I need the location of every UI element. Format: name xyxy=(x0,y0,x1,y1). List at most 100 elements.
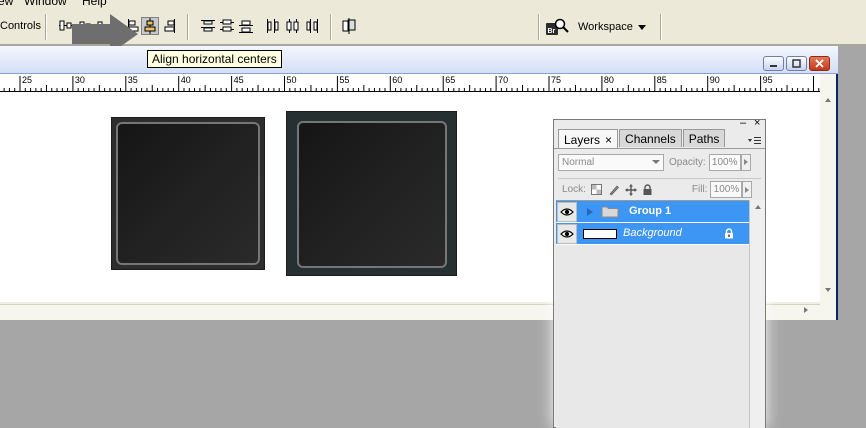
ruler-label: 95 xyxy=(763,75,773,85)
workspace-menu-button[interactable]: Workspace xyxy=(578,18,646,36)
lock-transparent-pixels-icon[interactable] xyxy=(591,184,603,196)
ruler-label: 85 xyxy=(657,75,667,85)
fill-slider-button[interactable] xyxy=(742,181,753,198)
blend-row: Normal Opacity: 100% xyxy=(558,152,761,172)
vertical-scrollbar[interactable] xyxy=(820,74,836,320)
scroll-up-icon xyxy=(755,205,761,209)
layer-visibility-toggle[interactable] xyxy=(557,224,577,244)
bridge-logo-text: Br xyxy=(548,28,556,35)
ruler-label: 90 xyxy=(710,75,720,85)
document-titlebar[interactable] xyxy=(0,46,838,74)
canvas-button-face xyxy=(116,122,260,265)
layer-row-background[interactable]: Background xyxy=(556,223,749,245)
opacity-slider-button[interactable] xyxy=(740,153,751,171)
restore-button[interactable] xyxy=(786,56,807,71)
minimize-button[interactable] xyxy=(763,56,784,71)
workspace-label: Workspace xyxy=(578,21,633,33)
distribute-top-edges-icon xyxy=(201,20,215,32)
layers-panel: – × Layers × Channels Paths Normal Opaci… xyxy=(553,117,766,428)
layer-list: Group 1 Background xyxy=(556,200,749,428)
ruler-label: 30 xyxy=(75,75,85,85)
chevron-right-icon xyxy=(745,186,750,193)
ruler-label: 60 xyxy=(392,75,402,85)
separator xyxy=(330,14,332,40)
menu-bar: ew Window Help xyxy=(0,0,866,8)
fill-field[interactable]: 100% xyxy=(710,181,743,198)
canvas-button-graphic xyxy=(286,111,457,276)
go-to-bridge-button[interactable]: Br xyxy=(545,17,569,37)
restore-icon xyxy=(792,59,801,68)
blend-mode-select[interactable]: Normal xyxy=(558,153,664,171)
distribute-right-edges-icon xyxy=(306,19,318,33)
lock-label: Lock: xyxy=(562,184,586,195)
panel-tabs: Layers × Channels Paths xyxy=(558,129,726,149)
eye-icon xyxy=(560,230,574,238)
menu-view[interactable]: ew xyxy=(0,0,13,8)
bridge-icon: Br xyxy=(546,18,569,35)
distribute-vertical-centers-button[interactable] xyxy=(218,17,236,35)
show-transform-controls-label[interactable]: Controls xyxy=(0,20,41,32)
distribute-horizontal-centers-icon xyxy=(286,19,299,33)
scroll-right-icon xyxy=(804,307,808,313)
canvas-button-graphic xyxy=(111,117,265,270)
align-horizontal-centers-button[interactable] xyxy=(141,17,159,35)
layer-list-scrollbar[interactable] xyxy=(749,200,765,428)
chevron-down-icon xyxy=(652,160,660,164)
lock-position-icon[interactable] xyxy=(624,183,637,196)
ruler-label: 50 xyxy=(287,75,297,85)
distribute-top-edges-button[interactable] xyxy=(199,17,217,35)
expand-triangle-icon[interactable] xyxy=(586,208,594,216)
panel-close-button[interactable]: × xyxy=(754,117,760,129)
tab-paths[interactable]: Paths xyxy=(682,129,726,147)
layer-name[interactable]: Group 1 xyxy=(629,205,671,217)
ruler-label: 40 xyxy=(181,75,191,85)
auto-align-layers-button[interactable] xyxy=(340,17,358,35)
panel-menu-icon[interactable] xyxy=(748,136,762,146)
eye-icon xyxy=(560,208,574,216)
ruler-label: 65 xyxy=(445,75,455,85)
ruler-label: 80 xyxy=(604,75,614,85)
opacity-field[interactable]: 100% xyxy=(708,153,741,171)
ruler-label: 35 xyxy=(128,75,138,85)
tab-divider xyxy=(554,148,765,149)
ruler-label: 55 xyxy=(339,75,349,85)
lock-image-pixels-icon[interactable] xyxy=(608,184,620,196)
distribute-vertical-centers-icon xyxy=(220,19,234,32)
tab-label: Paths xyxy=(688,131,720,146)
ruler-label: 45 xyxy=(234,75,244,85)
distribute-horizontal-centers-button[interactable] xyxy=(284,17,302,35)
lock-all-icon[interactable] xyxy=(642,183,654,196)
close-button[interactable] xyxy=(809,56,830,71)
horizontal-ruler: 25 30 35 40 45 50 55 60 65 70 75 80 85 90 95 xyxy=(0,74,820,92)
folder-icon xyxy=(601,206,619,218)
tab-label: Channels xyxy=(625,131,676,146)
tab-layers[interactable]: Layers × xyxy=(558,129,619,149)
ruler-label: 75 xyxy=(551,75,561,85)
distribute-bottom-edges-button[interactable] xyxy=(237,17,255,35)
auto-align-layers-icon xyxy=(342,18,356,34)
distribute-left-edges-icon xyxy=(267,19,279,33)
tab-close-icon[interactable]: × xyxy=(605,133,612,147)
tooltip: Align horizontal centers xyxy=(147,50,282,68)
fill-label: Fill: xyxy=(691,184,708,195)
layer-name[interactable]: Background xyxy=(623,227,682,239)
layer-row-group-1[interactable]: Group 1 xyxy=(556,201,749,223)
minimize-icon xyxy=(770,65,777,67)
layer-visibility-toggle[interactable] xyxy=(557,202,577,222)
menu-help[interactable]: Help xyxy=(82,0,107,8)
chevron-right-icon xyxy=(743,159,748,165)
lock-icon xyxy=(725,228,733,239)
separator xyxy=(45,14,47,40)
panel-minimize-button[interactable]: – xyxy=(740,117,746,129)
distribute-left-edges-button[interactable] xyxy=(264,17,282,35)
layer-thumbnail xyxy=(583,229,617,239)
lock-row: Lock: Fill: 100% xyxy=(558,178,761,198)
separator xyxy=(660,14,662,40)
distribute-right-edges-button[interactable] xyxy=(303,17,321,35)
ruler-ticks: 25 30 35 40 45 50 55 60 65 70 75 80 85 90 95 xyxy=(3,75,820,92)
menu-window[interactable]: Window xyxy=(24,0,67,8)
ruler-label: 25 xyxy=(22,75,32,85)
align-right-edges-button[interactable] xyxy=(161,17,179,35)
tab-channels[interactable]: Channels xyxy=(619,129,682,147)
close-icon xyxy=(815,59,824,68)
